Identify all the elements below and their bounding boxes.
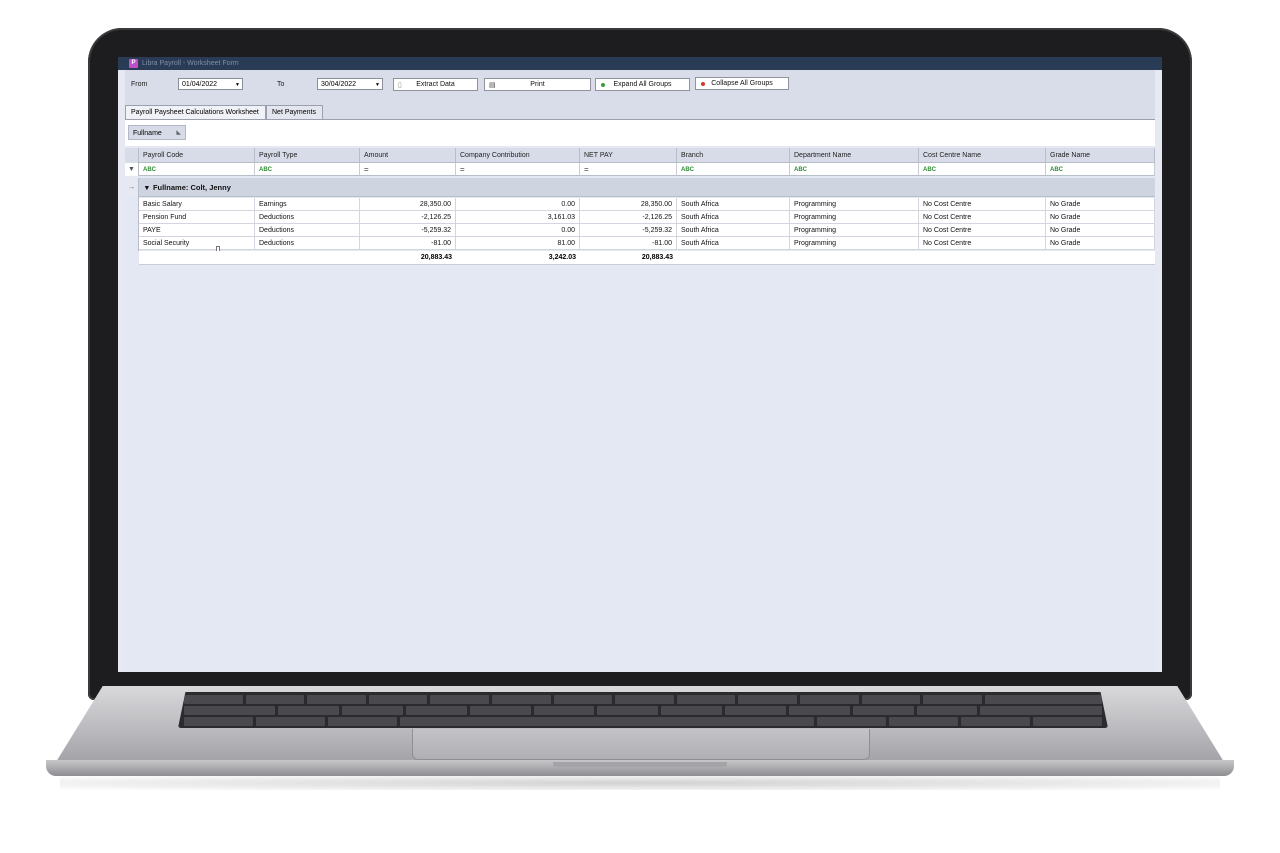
filter-company-contribution[interactable]: =	[456, 163, 580, 176]
expand-all-groups-button[interactable]: Expand All Groups	[595, 78, 690, 91]
cell-company-contribution: 81.00	[456, 237, 580, 250]
group-chip-fullname[interactable]: Fullname ◣	[128, 125, 186, 140]
collapse-all-groups-button[interactable]: Collapse All Groups	[695, 77, 789, 90]
group-footer-rest	[677, 251, 1155, 265]
group-row-label: Fullname: Colt, Jenny	[152, 183, 231, 192]
cell-net-pay: -5,259.32	[580, 224, 677, 237]
printer-icon: ▤	[489, 82, 496, 89]
cell-department-name: Programming	[790, 211, 919, 224]
filter-grade-name[interactable]: ABC	[1046, 163, 1155, 176]
cell-payroll-code: PAYE	[139, 224, 255, 237]
worksheet-grid: Fullname ◣ Payroll Code Payroll Type Amo…	[125, 120, 1155, 672]
document-icon: ▯	[398, 82, 402, 89]
from-label: From	[131, 81, 148, 88]
filter-payroll-type[interactable]: ABC	[255, 163, 360, 176]
group-row-fullname[interactable]: ▾ Fullname: Colt, Jenny	[139, 178, 1155, 197]
focused-row-arrow-icon: →	[125, 178, 139, 197]
window-title: Libra Payroll - Worksheet Form	[142, 60, 239, 67]
chevron-down-icon[interactable]: ▼	[375, 79, 380, 91]
tab-net-payments[interactable]: Net Payments	[266, 105, 323, 119]
column-header-amount[interactable]: Amount	[360, 148, 456, 163]
cell-branch: South Africa	[677, 224, 790, 237]
cell-net-pay: -2,126.25	[580, 211, 677, 224]
to-label: To	[277, 81, 285, 88]
laptop-keyboard	[178, 692, 1108, 728]
cell-payroll-code: Pension Fund	[139, 211, 255, 224]
cell-net-pay: 28,350.00	[580, 198, 677, 211]
total-company-contribution: 3,242.03	[456, 251, 580, 265]
cell-amount: -81.00	[360, 237, 456, 250]
cell-payroll-type: Deductions	[255, 211, 360, 224]
toolbar: From 01/04/2022 ▼ To 30/04/2022 ▼ ▯ Extr…	[125, 70, 1155, 103]
cell-payroll-type: Earnings	[255, 198, 360, 211]
total-amount: 20,883.43	[360, 251, 456, 265]
cell-payroll-code: Basic Salary	[139, 198, 255, 211]
extract-data-button[interactable]: ▯ Extract Data	[393, 78, 478, 91]
row-indicator-column	[125, 197, 139, 251]
cell-branch: South Africa	[677, 198, 790, 211]
column-header-payroll-type[interactable]: Payroll Type	[255, 148, 360, 163]
from-date-picker[interactable]: 01/04/2022 ▼	[178, 78, 243, 90]
laptop-trackpad	[412, 729, 870, 760]
group-by-panel: Fullname ◣	[125, 120, 1155, 146]
cell-cost-centre-name: No Cost Centre	[919, 224, 1046, 237]
to-date-value: 30/04/2022	[321, 81, 357, 88]
cell-cost-centre-name: No Cost Centre	[919, 198, 1046, 211]
filter-cost-centre-name[interactable]: ABC	[919, 163, 1046, 176]
column-header-grade-name[interactable]: Grade Name	[1046, 148, 1155, 163]
column-header-net-pay[interactable]: NET PAY	[580, 148, 677, 163]
cell-payroll-code: Social Security	[139, 237, 255, 250]
cell-amount: -2,126.25	[360, 211, 456, 224]
column-header-branch[interactable]: Branch	[677, 148, 790, 163]
laptop-lid-notch	[553, 762, 727, 767]
total-net-pay: 20,883.43	[580, 251, 677, 265]
laptop-shadow	[60, 776, 1220, 790]
cell-branch: South Africa	[677, 237, 790, 250]
cell-cost-centre-name: No Cost Centre	[919, 211, 1046, 224]
app-screen: P Libra Payroll - Worksheet Form From 01…	[118, 57, 1162, 672]
tab-strip: Payroll Paysheet Calculations Worksheet …	[125, 103, 1155, 120]
cell-department-name: Programming	[790, 237, 919, 250]
chevron-down-icon[interactable]: ▼	[235, 79, 240, 91]
cell-grade-name: No Grade	[1046, 224, 1155, 237]
collapse-icon	[701, 82, 705, 86]
cell-company-contribution: 0.00	[456, 224, 580, 237]
column-header-department-name[interactable]: Department Name	[790, 148, 919, 163]
tab-payroll-paysheet-calculations[interactable]: Payroll Paysheet Calculations Worksheet	[125, 105, 266, 119]
cell-department-name: Programming	[790, 198, 919, 211]
cell-company-contribution: 0.00	[456, 198, 580, 211]
cell-grade-name: No Grade	[1046, 237, 1155, 250]
cell-amount: -5,259.32	[360, 224, 456, 237]
filter-amount[interactable]: =	[360, 163, 456, 176]
filter-icon: ▼	[125, 163, 139, 176]
print-button[interactable]: ▤ Print	[484, 78, 591, 91]
cell-payroll-type: Deductions	[255, 237, 360, 250]
to-date-picker[interactable]: 30/04/2022 ▼	[317, 78, 383, 90]
cell-net-pay: -81.00	[580, 237, 677, 250]
row-indicator-header	[125, 148, 139, 163]
cell-grade-name: No Grade	[1046, 211, 1155, 224]
cell-cost-centre-name: No Cost Centre	[919, 237, 1046, 250]
cell-company-contribution: 3,161.03	[456, 211, 580, 224]
cell-amount: 28,350.00	[360, 198, 456, 211]
column-header-payroll-code[interactable]: Payroll Code	[139, 148, 255, 163]
cell-payroll-type: Deductions	[255, 224, 360, 237]
filter-department-name[interactable]: ABC	[790, 163, 919, 176]
filter-branch[interactable]: ABC	[677, 163, 790, 176]
title-bar: P Libra Payroll - Worksheet Form	[118, 57, 1162, 70]
cell-department-name: Programming	[790, 224, 919, 237]
group-footer-spacer	[139, 251, 360, 265]
filter-net-pay[interactable]: =	[580, 163, 677, 176]
cell-branch: South Africa	[677, 211, 790, 224]
app-logo-icon: P	[129, 59, 138, 68]
collapse-group-chevron-icon[interactable]: ▾	[145, 183, 149, 192]
expand-icon	[601, 83, 605, 87]
column-header-cost-centre-name[interactable]: Cost Centre Name	[919, 148, 1046, 163]
sort-icon: ◣	[176, 130, 181, 136]
filter-payroll-code[interactable]: ABC	[139, 163, 255, 176]
column-header-company-contribution[interactable]: Company Contribution	[456, 148, 580, 163]
cell-grade-name: No Grade	[1046, 198, 1155, 211]
from-date-value: 01/04/2022	[182, 81, 218, 88]
